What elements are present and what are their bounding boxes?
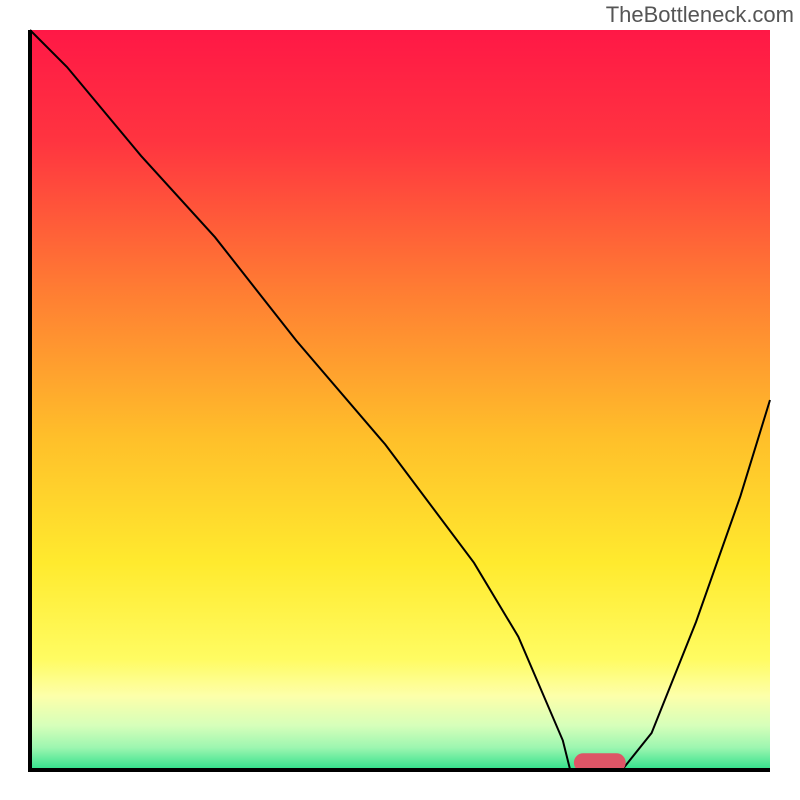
plot-background [30,30,770,770]
chart-canvas [0,0,800,800]
bottleneck-chart: TheBottleneck.com [0,0,800,800]
watermark-text: TheBottleneck.com [606,2,794,28]
